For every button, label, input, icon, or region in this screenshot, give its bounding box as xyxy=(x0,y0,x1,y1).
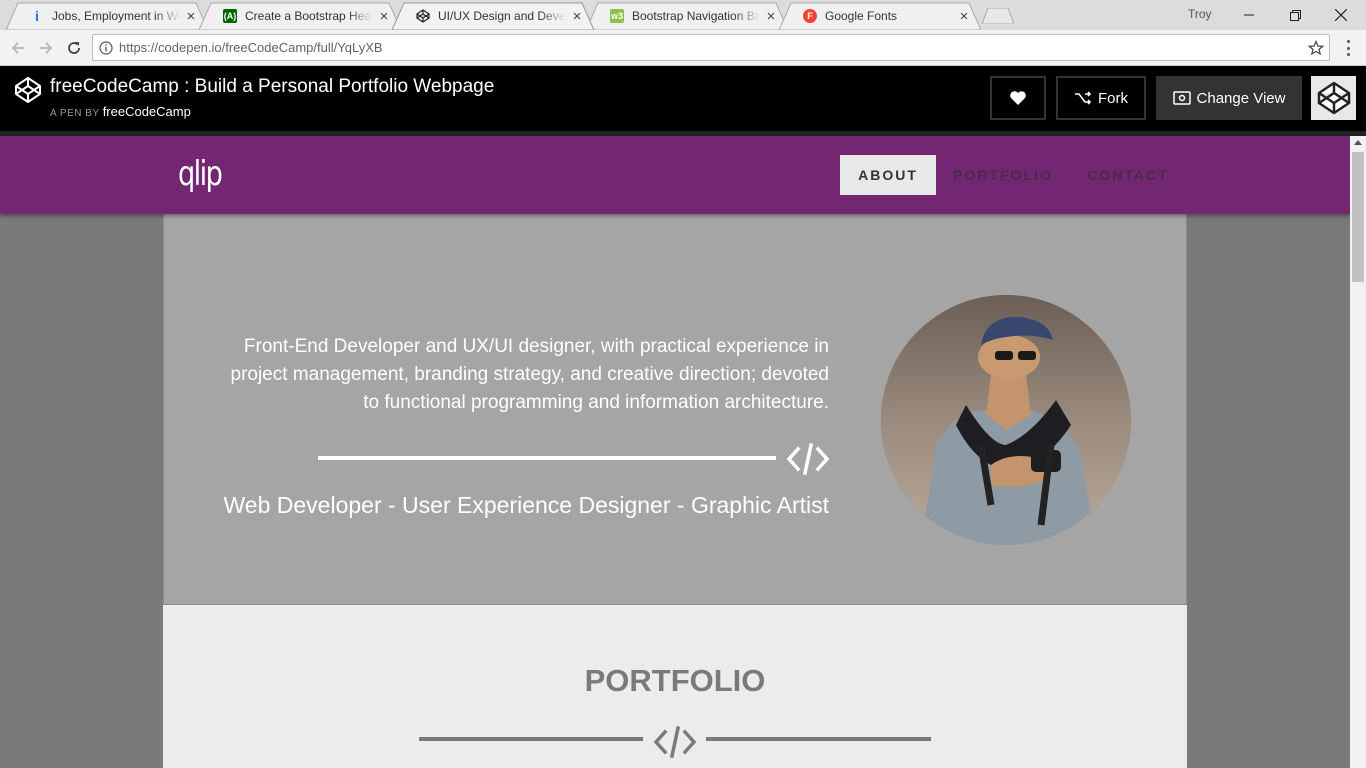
about-description: Front-End Developer and UX/UI designer, … xyxy=(230,336,830,413)
close-icon xyxy=(1335,9,1347,21)
back-button[interactable] xyxy=(6,36,30,60)
tab-title: Google Fonts xyxy=(825,9,898,23)
tab-title: Jobs, Employment in Wo xyxy=(52,9,180,23)
browser-tab-2[interactable]: (A) Create a Bootstrap Head × xyxy=(199,2,401,30)
codepen-logo-icon[interactable] xyxy=(14,76,42,104)
site-navbar: qlip ABOUT PORTFOLIO CONTACT xyxy=(0,136,1350,214)
close-icon[interactable]: × xyxy=(377,8,391,25)
change-view-label: Change View xyxy=(1196,89,1286,107)
restore-icon xyxy=(1289,9,1301,21)
browser-tab-5[interactable]: F Google Fonts × xyxy=(779,2,981,30)
close-icon[interactable]: × xyxy=(957,8,971,25)
tab-title: UI/UX Design and Develo xyxy=(438,9,566,23)
reload-button[interactable] xyxy=(62,36,86,60)
profile-photo xyxy=(881,295,1131,545)
tagline: Web Developer - User Experience Designer… xyxy=(223,492,829,518)
view-icon xyxy=(1172,91,1191,105)
info-icon[interactable] xyxy=(93,40,119,55)
love-button[interactable] xyxy=(990,76,1046,120)
scroll-up-arrow-icon[interactable] xyxy=(1354,140,1362,145)
nav-about[interactable]: ABOUT xyxy=(840,155,936,195)
pen-author-link[interactable]: freeCodeCamp xyxy=(103,104,191,119)
close-icon[interactable]: × xyxy=(184,8,198,25)
reload-icon xyxy=(68,42,80,54)
portfolio-divider-left xyxy=(419,737,643,741)
tab-title: Create a Bootstrap Head xyxy=(245,9,373,23)
tab-title: Bootstrap Navigation Bar xyxy=(632,9,760,23)
fork-button[interactable]: Fork xyxy=(1056,76,1146,120)
profile-photo-image xyxy=(881,295,1131,545)
forward-button[interactable] xyxy=(34,36,58,60)
heart-icon xyxy=(1010,91,1026,105)
arrow-left-icon xyxy=(11,42,24,54)
minimize-button[interactable] xyxy=(1226,0,1272,30)
nav-portfolio[interactable]: PORTFOLIO xyxy=(948,155,1058,195)
arrow-right-icon xyxy=(40,42,53,54)
about-divider xyxy=(318,456,776,460)
code-icon xyxy=(654,726,696,758)
profile-name[interactable]: Troy xyxy=(1188,7,1212,21)
restore-button[interactable] xyxy=(1272,0,1318,30)
fork-icon xyxy=(1075,91,1092,105)
page-scrollbar[interactable] xyxy=(1350,136,1366,768)
freecodecamp-icon: (A) xyxy=(223,9,237,23)
address-bar[interactable]: https://codepen.io/freeCodeCamp/full/YqL… xyxy=(92,34,1330,61)
code-icon xyxy=(787,443,829,475)
codepen-header: freeCodeCamp : Build a Personal Portfoli… xyxy=(0,66,1366,131)
browser-tab-1[interactable]: i Jobs, Employment in Wo × xyxy=(6,2,208,30)
indeed-icon: i xyxy=(35,8,39,24)
pen-title: freeCodeCamp : Build a Personal Portfoli… xyxy=(50,76,495,97)
bookmark-star-icon[interactable] xyxy=(1303,39,1329,56)
page-viewport: qlip ABOUT PORTFOLIO CONTACT Front-End D… xyxy=(0,136,1350,768)
user-avatar[interactable] xyxy=(1311,76,1356,120)
w3schools-icon: w3 xyxy=(610,9,624,23)
browser-tab-4[interactable]: w3 Bootstrap Navigation Bar × xyxy=(586,2,788,30)
browser-menu-button[interactable] xyxy=(1340,38,1356,58)
scrollbar-thumb[interactable] xyxy=(1352,152,1364,282)
byline-prefix: A PEN BY xyxy=(50,108,100,119)
brand-logo[interactable]: qlip xyxy=(178,154,223,194)
pen-byline: A PEN BY freeCodeCamp xyxy=(50,104,191,119)
avatar-codepen-icon xyxy=(1317,81,1350,115)
close-icon[interactable]: × xyxy=(570,8,584,25)
nav-contact[interactable]: CONTACT xyxy=(1082,155,1174,195)
minimize-icon xyxy=(1244,14,1254,16)
portfolio-divider-right xyxy=(706,737,931,741)
browser-tab-strip: i Jobs, Employment in Wo × (A) Create a … xyxy=(0,0,1366,30)
new-tab-button[interactable] xyxy=(982,8,1014,24)
close-icon[interactable]: × xyxy=(764,8,778,25)
change-view-button[interactable]: Change View xyxy=(1156,76,1302,120)
close-window-button[interactable] xyxy=(1318,0,1364,30)
codepen-icon xyxy=(416,9,430,23)
url-text[interactable]: https://codepen.io/freeCodeCamp/full/YqL… xyxy=(119,40,1303,55)
browser-toolbar: https://codepen.io/freeCodeCamp/full/YqL… xyxy=(0,30,1366,66)
browser-tab-3-active[interactable]: UI/UX Design and Develo × xyxy=(392,2,594,30)
google-fonts-icon: F xyxy=(803,9,817,23)
portfolio-title: PORTFOLIO xyxy=(584,663,766,698)
fork-label: Fork xyxy=(1098,89,1128,107)
